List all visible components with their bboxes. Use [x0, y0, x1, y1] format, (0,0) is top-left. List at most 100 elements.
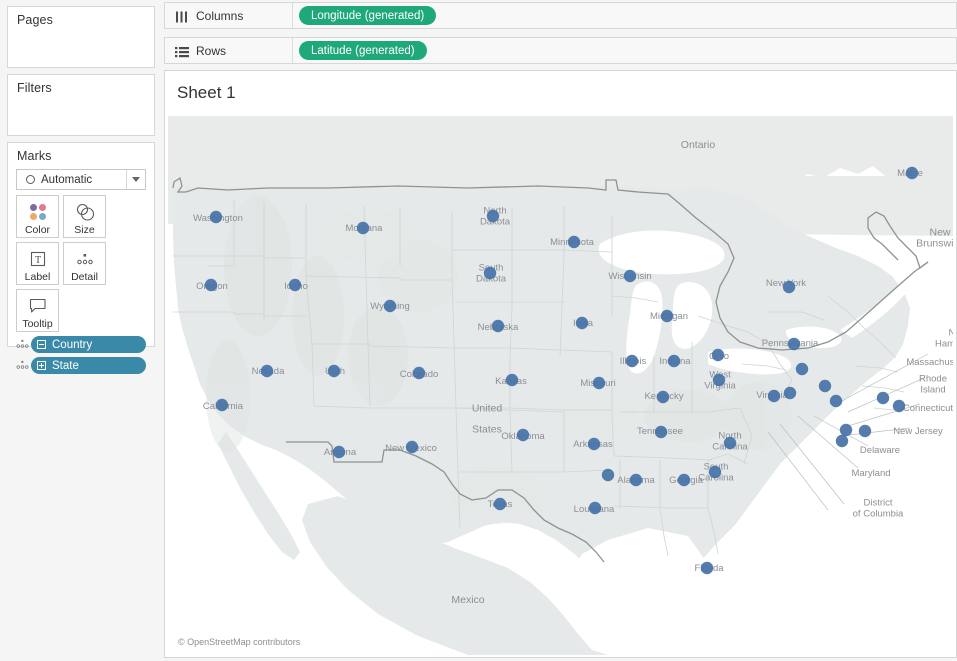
left-panel: Pages Filters Marks Automatic Color Size… [0, 0, 162, 661]
page-title: Sheet 1 [177, 83, 236, 102]
map-mark[interactable] [700, 561, 714, 575]
map-mark[interactable] [493, 497, 507, 511]
detail-dots-icon [74, 249, 96, 268]
columns-drop-zone[interactable]: Longitude (generated) [293, 3, 956, 28]
pill-latitude[interactable]: Latitude (generated) [299, 41, 427, 60]
map-svg: UnitedStatesMexicoOntarioNewBrunswick Wa… [168, 116, 953, 655]
map-mark[interactable] [818, 379, 832, 393]
detail-button[interactable]: Detail [63, 242, 106, 285]
color-button-label: Color [24, 224, 51, 236]
map-mark[interactable] [575, 316, 589, 330]
filters-card-title: Filters [17, 81, 52, 95]
map-mark[interactable] [383, 299, 397, 313]
map-mark[interactable] [215, 398, 229, 412]
map-mark[interactable] [829, 394, 843, 408]
marks-card: Marks Automatic Color Size T Label Detai… [7, 142, 155, 374]
map-mark[interactable] [723, 436, 737, 450]
map-mark[interactable] [486, 209, 500, 223]
map-mark[interactable] [491, 319, 505, 333]
map-mark[interactable] [905, 166, 919, 180]
map-attribution[interactable]: © OpenStreetMap contributors [178, 637, 300, 647]
tooltip-button[interactable]: Tooltip [16, 289, 59, 332]
rows-drop-zone[interactable]: Latitude (generated) [293, 38, 956, 63]
map-mark[interactable] [204, 278, 218, 292]
map-mark[interactable] [516, 428, 530, 442]
map-mark[interactable] [654, 425, 668, 439]
map-mark[interactable] [660, 309, 674, 323]
map-mark[interactable] [677, 473, 691, 487]
rows-lines-icon [175, 45, 189, 57]
filters-card[interactable]: Filters [7, 74, 155, 136]
label-button-label: Label [24, 271, 51, 283]
map-mark[interactable] [667, 354, 681, 368]
detail-dots-icon [14, 338, 31, 351]
map-mark[interactable] [629, 473, 643, 487]
size-button[interactable]: Size [63, 195, 106, 238]
map-mark[interactable] [567, 235, 581, 249]
columns-shelf-label-box: Columns [165, 3, 293, 28]
label-text-icon: T [30, 249, 46, 268]
map-mark[interactable] [588, 501, 602, 515]
country-label: Ontario [681, 139, 716, 151]
map-mark[interactable] [656, 390, 670, 404]
svg-text:T: T [34, 255, 40, 266]
map-mark[interactable] [288, 278, 302, 292]
map-mark[interactable] [601, 468, 615, 482]
map-mark[interactable] [767, 389, 781, 403]
color-button[interactable]: Color [16, 195, 59, 238]
map-mark[interactable] [209, 210, 223, 224]
map-mark[interactable] [782, 280, 796, 294]
map-mark[interactable] [835, 434, 849, 448]
map-mark[interactable] [858, 424, 872, 438]
marks-pill-country[interactable]: Country [14, 336, 146, 353]
mark-type-dropdown[interactable]: Automatic [16, 169, 146, 190]
map-mark[interactable] [795, 362, 809, 376]
map-mark[interactable] [839, 423, 853, 437]
map-mark[interactable] [332, 445, 346, 459]
expand-plus-icon[interactable] [37, 361, 46, 370]
map-mark[interactable] [625, 354, 639, 368]
country-label: Mexico [451, 594, 484, 606]
rows-shelf[interactable]: Rows Latitude (generated) [164, 37, 957, 64]
map-mark[interactable] [783, 386, 797, 400]
map-mark[interactable] [712, 373, 726, 387]
map-mark[interactable] [327, 364, 341, 378]
columns-shelf[interactable]: Columns Longitude (generated) [164, 2, 957, 29]
map-mark[interactable] [587, 437, 601, 451]
state-label: New Jersey [893, 426, 943, 437]
pill-country-label: Country [52, 338, 93, 351]
pill-state[interactable]: State [31, 357, 146, 374]
map-mark[interactable] [892, 399, 906, 413]
map-mark[interactable] [412, 366, 426, 380]
pill-country[interactable]: Country [31, 336, 146, 353]
chevron-down-icon[interactable] [126, 170, 145, 189]
map-mark[interactable] [711, 348, 725, 362]
map-mark[interactable] [787, 337, 801, 351]
pages-card[interactable]: Pages [7, 6, 155, 68]
map-mark[interactable] [592, 376, 606, 390]
tooltip-button-label: Tooltip [22, 318, 53, 330]
map-mark[interactable] [505, 373, 519, 387]
collapse-minus-icon[interactable] [37, 340, 46, 349]
map-mark[interactable] [876, 391, 890, 405]
label-button[interactable]: T Label [16, 242, 59, 285]
circle-icon [26, 175, 35, 184]
mark-encoding-buttons: Color Size T Label Detail Tooltip [16, 195, 146, 332]
state-label: Massachusetts [906, 357, 953, 368]
map-mark[interactable] [483, 266, 497, 280]
rows-shelf-label-box: Rows [165, 38, 293, 63]
map-mark[interactable] [356, 221, 370, 235]
marks-pill-state[interactable]: State [14, 357, 146, 374]
map-canvas[interactable]: UnitedStatesMexicoOntarioNewBrunswick Wa… [168, 116, 953, 655]
map-mark[interactable] [708, 465, 722, 479]
pages-card-title: Pages [17, 13, 53, 27]
detail-dots-icon [14, 359, 31, 372]
columns-label: Columns [196, 8, 244, 23]
map-mark[interactable] [260, 364, 274, 378]
map-mark[interactable] [623, 269, 637, 283]
mark-type-label: Automatic [41, 173, 93, 186]
state-label: Delaware [860, 445, 900, 456]
map-mark[interactable] [405, 440, 419, 454]
pill-longitude[interactable]: Longitude (generated) [299, 6, 437, 25]
tableau-worksheet-window: Pages Filters Marks Automatic Color Size… [0, 0, 957, 661]
